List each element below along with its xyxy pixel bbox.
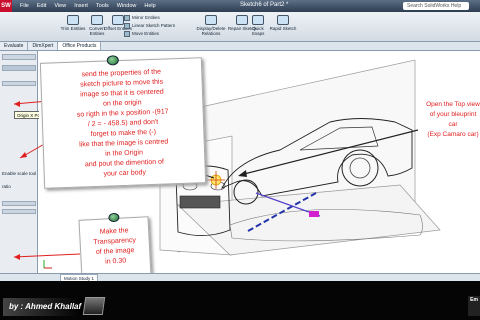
pushpin-icon (108, 212, 120, 223)
author-credit: by : Ahmed Khallaf (3, 298, 83, 316)
transparency-note: Make the Transparency of the image in 0.… (78, 212, 152, 280)
pointer-arrow-head-1 (14, 101, 20, 107)
car-grille (179, 195, 221, 209)
pointer-arrow-head-2 (20, 152, 27, 158)
instruction-note: send the properties of the sketch pictur… (39, 55, 207, 189)
status-bar: Motion Study 1 (0, 273, 480, 283)
pointer-arrow-transparency (13, 253, 81, 258)
selection-handle[interactable] (309, 211, 319, 217)
top-view-note: Open the Top view of your bleuprint car … (426, 101, 480, 138)
view-triad (43, 260, 52, 269)
pointer-arrow-head-3 (14, 254, 20, 260)
pushpin-icon (106, 55, 119, 66)
author-logo-icon (82, 297, 106, 315)
corner-logo: Em (468, 296, 480, 316)
